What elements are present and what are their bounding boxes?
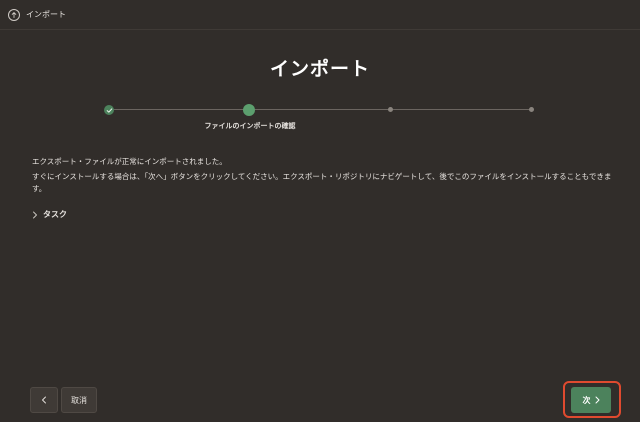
cancel-button[interactable]: 取消 <box>61 387 97 413</box>
arrow-up-circle-icon[interactable] <box>8 8 20 21</box>
tasks-collapsible[interactable]: タスク <box>32 209 67 220</box>
step-1-completed <box>104 105 114 115</box>
instructions-message: すぐにインストールする場合は、「次へ」ボタンをクリックしてください。エクスポート… <box>32 172 612 193</box>
chevron-right-icon <box>33 211 37 218</box>
page-title: インポート <box>269 58 370 80</box>
current-step-label: ファイルのインポートの確認 <box>204 122 296 130</box>
back-button[interactable] <box>30 387 58 413</box>
step-3-pending <box>388 107 393 112</box>
header-bar: インポート <box>0 0 640 30</box>
step-4-pending <box>529 107 534 112</box>
header-title: インポート <box>26 10 66 19</box>
chevron-left-icon <box>42 396 46 404</box>
tasks-label: タスク <box>43 210 67 219</box>
next-button[interactable]: 次 <box>571 387 611 413</box>
checkmark-icon <box>106 107 112 113</box>
success-message: エクスポート・ファイルが正常にインポートされました。 <box>32 157 227 166</box>
chevron-right-icon <box>595 396 599 404</box>
progress-stepper <box>104 103 536 117</box>
stepper-track <box>109 109 531 110</box>
import-wizard-page: インポート インポート ファイルのインポートの確認 エクスポート・ファイルが正常… <box>0 0 640 422</box>
step-2-current <box>243 104 255 116</box>
next-button-label: 次 <box>582 395 591 405</box>
